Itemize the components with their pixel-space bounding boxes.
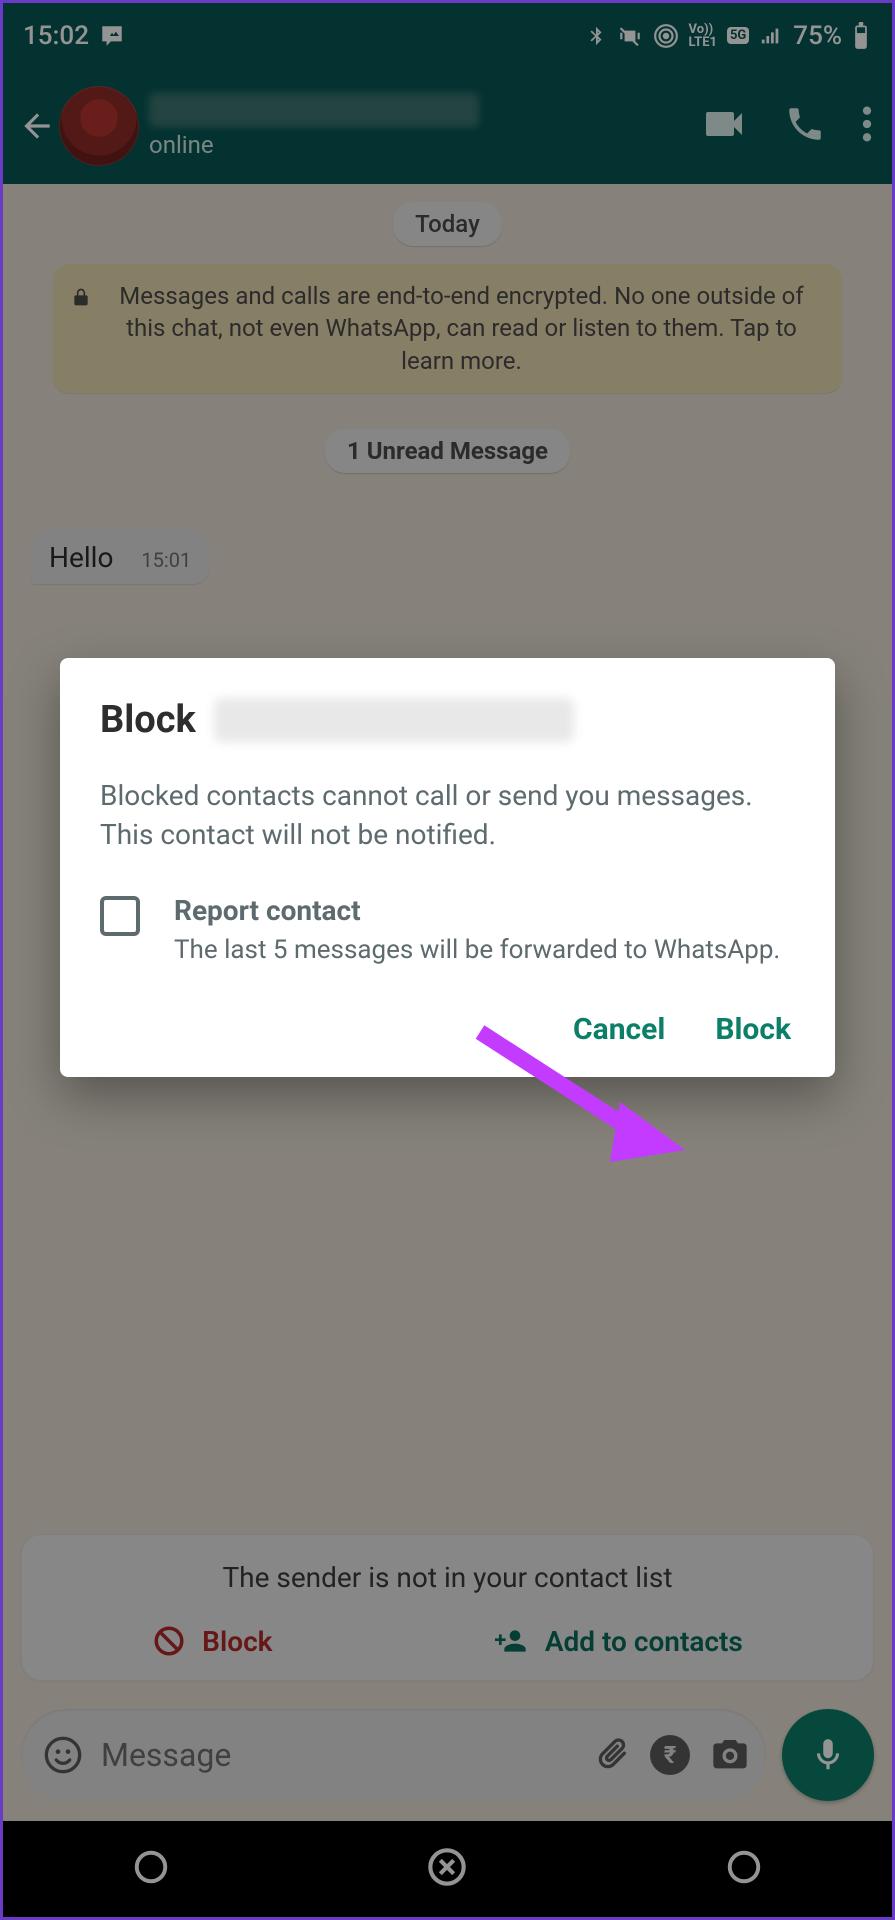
cancel-button[interactable]: Cancel <box>573 1012 665 1047</box>
dialog-contact-redacted <box>214 698 574 742</box>
report-checkbox[interactable] <box>100 896 140 936</box>
block-confirm-button[interactable]: Block <box>715 1012 791 1047</box>
report-contact-sub: The last 5 messages will be forwarded to… <box>174 933 780 968</box>
dialog-title: Block <box>100 698 196 742</box>
report-contact-label: Report contact <box>174 894 780 927</box>
block-dialog: Block Blocked contacts cannot call or se… <box>60 658 835 1077</box>
dialog-description: Blocked contacts cannot call or send you… <box>100 776 795 854</box>
